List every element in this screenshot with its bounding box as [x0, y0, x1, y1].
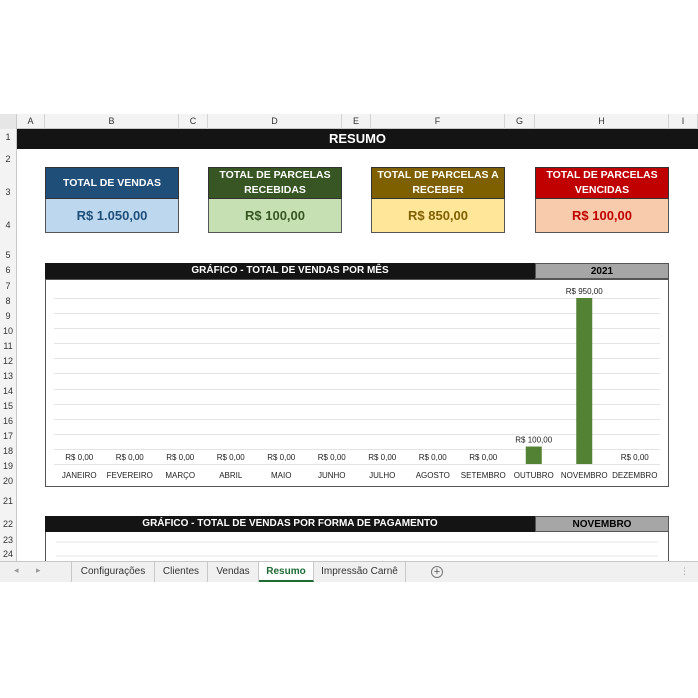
- parcelas-a-receber-card-value: R$ 850,00: [371, 199, 505, 233]
- category-label: MAIO: [271, 471, 291, 480]
- bar-outubro: [525, 446, 542, 464]
- sheet-tab-configuracoes[interactable]: Configurações: [71, 562, 155, 582]
- row-header[interactable]: 16: [0, 416, 16, 426]
- category-label: AGOSTO: [416, 471, 450, 480]
- row-header[interactable]: 12: [0, 356, 16, 366]
- category-label: JUNHO: [318, 471, 346, 480]
- parcelas-vencidas-card-value: R$ 100,00: [535, 199, 669, 233]
- bar-novembro: [576, 298, 593, 464]
- column-header-d[interactable]: D: [208, 114, 342, 129]
- parcelas-vencidas-card-title: TOTAL DE PARCELAS VENCIDAS: [535, 167, 669, 199]
- row-header[interactable]: 23: [0, 535, 16, 545]
- data-label: R$ 0,00: [318, 453, 347, 462]
- month-selector[interactable]: NOVEMBRO: [535, 516, 669, 532]
- sheet-tab-clientes[interactable]: Clientes: [155, 562, 208, 582]
- column-header-e[interactable]: E: [342, 114, 371, 129]
- data-label: R$ 0,00: [368, 453, 397, 462]
- scroll-tabs-left-icon[interactable]: ◂: [14, 565, 19, 576]
- row-header[interactable]: 3: [0, 187, 16, 197]
- row-header[interactable]: 11: [0, 341, 16, 351]
- sheet-tabs-bar: ◂ ▸ Configurações Clientes Vendas Resumo…: [0, 561, 698, 582]
- row-header[interactable]: 15: [0, 401, 16, 411]
- data-label: R$ 0,00: [116, 453, 145, 462]
- payment-method-chart-svg: [56, 541, 658, 557]
- row-header[interactable]: 21: [0, 496, 16, 506]
- row-header[interactable]: 19: [0, 461, 16, 471]
- column-header-bar: A B C D E F G H I: [0, 114, 698, 129]
- column-header-f[interactable]: F: [371, 114, 505, 129]
- row-header[interactable]: 1: [0, 132, 16, 142]
- monthly-sales-chart-title: GRÁFICO - TOTAL DE VENDAS POR MÊS: [45, 263, 535, 279]
- row-header[interactable]: 22: [0, 519, 16, 529]
- data-label: R$ 0,00: [166, 453, 195, 462]
- row-header[interactable]: 10: [0, 326, 16, 336]
- payment-method-chart-title: GRÁFICO - TOTAL DE VENDAS POR FORMA DE P…: [45, 516, 535, 532]
- category-label: DEZEMBRO: [612, 471, 657, 480]
- row-header[interactable]: 6: [0, 265, 16, 275]
- parcelas-recebidas-card-value: R$ 100,00: [208, 199, 342, 233]
- column-header-a[interactable]: A: [17, 114, 45, 129]
- column-header-b[interactable]: B: [45, 114, 179, 129]
- monthly-sales-chart-svg: R$ 0,00 JANEIRO R$ 0,00 FEVEREIRO R$ 0,00 MAR…: [54, 287, 660, 480]
- column-header-i[interactable]: I: [669, 114, 698, 129]
- page-title: RESUMO: [17, 129, 698, 149]
- row-header[interactable]: 13: [0, 371, 16, 381]
- category-label: ABRIL: [219, 471, 243, 480]
- row-header[interactable]: 14: [0, 386, 16, 396]
- row-header[interactable]: 5: [0, 250, 16, 260]
- total-vendas-card-title: TOTAL DE VENDAS: [45, 167, 179, 199]
- row-header[interactable]: 8: [0, 296, 16, 306]
- data-label: R$ 950,00: [566, 287, 603, 296]
- row-header[interactable]: 20: [0, 476, 16, 486]
- total-vendas-card-value: R$ 1.050,00: [45, 199, 179, 233]
- data-label: R$ 0,00: [65, 453, 94, 462]
- row-header[interactable]: 18: [0, 446, 16, 456]
- category-label: JANEIRO: [62, 471, 97, 480]
- row-header[interactable]: 17: [0, 431, 16, 441]
- category-label: JULHO: [369, 471, 395, 480]
- data-label: R$ 0,00: [621, 453, 650, 462]
- sheet-tab-vendas[interactable]: Vendas: [208, 562, 259, 582]
- category-label: SETEMBRO: [461, 471, 506, 480]
- row-header[interactable]: 9: [0, 311, 16, 321]
- category-label: NOVEMBRO: [561, 471, 608, 480]
- data-label: R$ 100,00: [515, 436, 552, 445]
- category-label: MARÇO: [165, 471, 195, 480]
- monthly-sales-chart: R$ 0,00 JANEIRO R$ 0,00 FEVEREIRO R$ 0,00 MAR…: [45, 279, 669, 487]
- data-label: R$ 0,00: [469, 453, 498, 462]
- parcelas-recebidas-card-title: TOTAL DE PARCELAS RECEBIDAS: [208, 167, 342, 199]
- data-label: R$ 0,00: [267, 453, 296, 462]
- sheet-tab-resumo[interactable]: Resumo: [259, 562, 314, 582]
- tabs-more-icon[interactable]: ⋮: [680, 566, 689, 577]
- row-header[interactable]: 4: [0, 220, 16, 230]
- add-sheet-icon[interactable]: +: [431, 566, 443, 578]
- row-header[interactable]: 2: [0, 154, 16, 164]
- data-label: R$ 0,00: [217, 453, 246, 462]
- sheet-tab-impressao-carne[interactable]: Impressão Carnê: [314, 562, 406, 582]
- column-header-g[interactable]: G: [505, 114, 535, 129]
- row-header[interactable]: 7: [0, 281, 16, 291]
- category-label: OUTUBRO: [514, 471, 554, 480]
- category-label: FEVEREIRO: [107, 471, 153, 480]
- column-header-c[interactable]: C: [179, 114, 208, 129]
- scroll-tabs-right-icon[interactable]: ▸: [36, 565, 41, 576]
- payment-method-chart: [45, 532, 669, 561]
- year-selector[interactable]: 2021: [535, 263, 669, 279]
- data-label: R$ 0,00: [419, 453, 448, 462]
- row-header-bar: 1 2 3 4 5 6 7 8 9 10 11 12 13 14 15 16 1…: [0, 129, 17, 561]
- parcelas-a-receber-card-title: TOTAL DE PARCELAS A RECEBER: [371, 167, 505, 199]
- select-all-corner[interactable]: [0, 114, 17, 129]
- row-header[interactable]: 24: [0, 549, 16, 559]
- column-header-h[interactable]: H: [535, 114, 669, 129]
